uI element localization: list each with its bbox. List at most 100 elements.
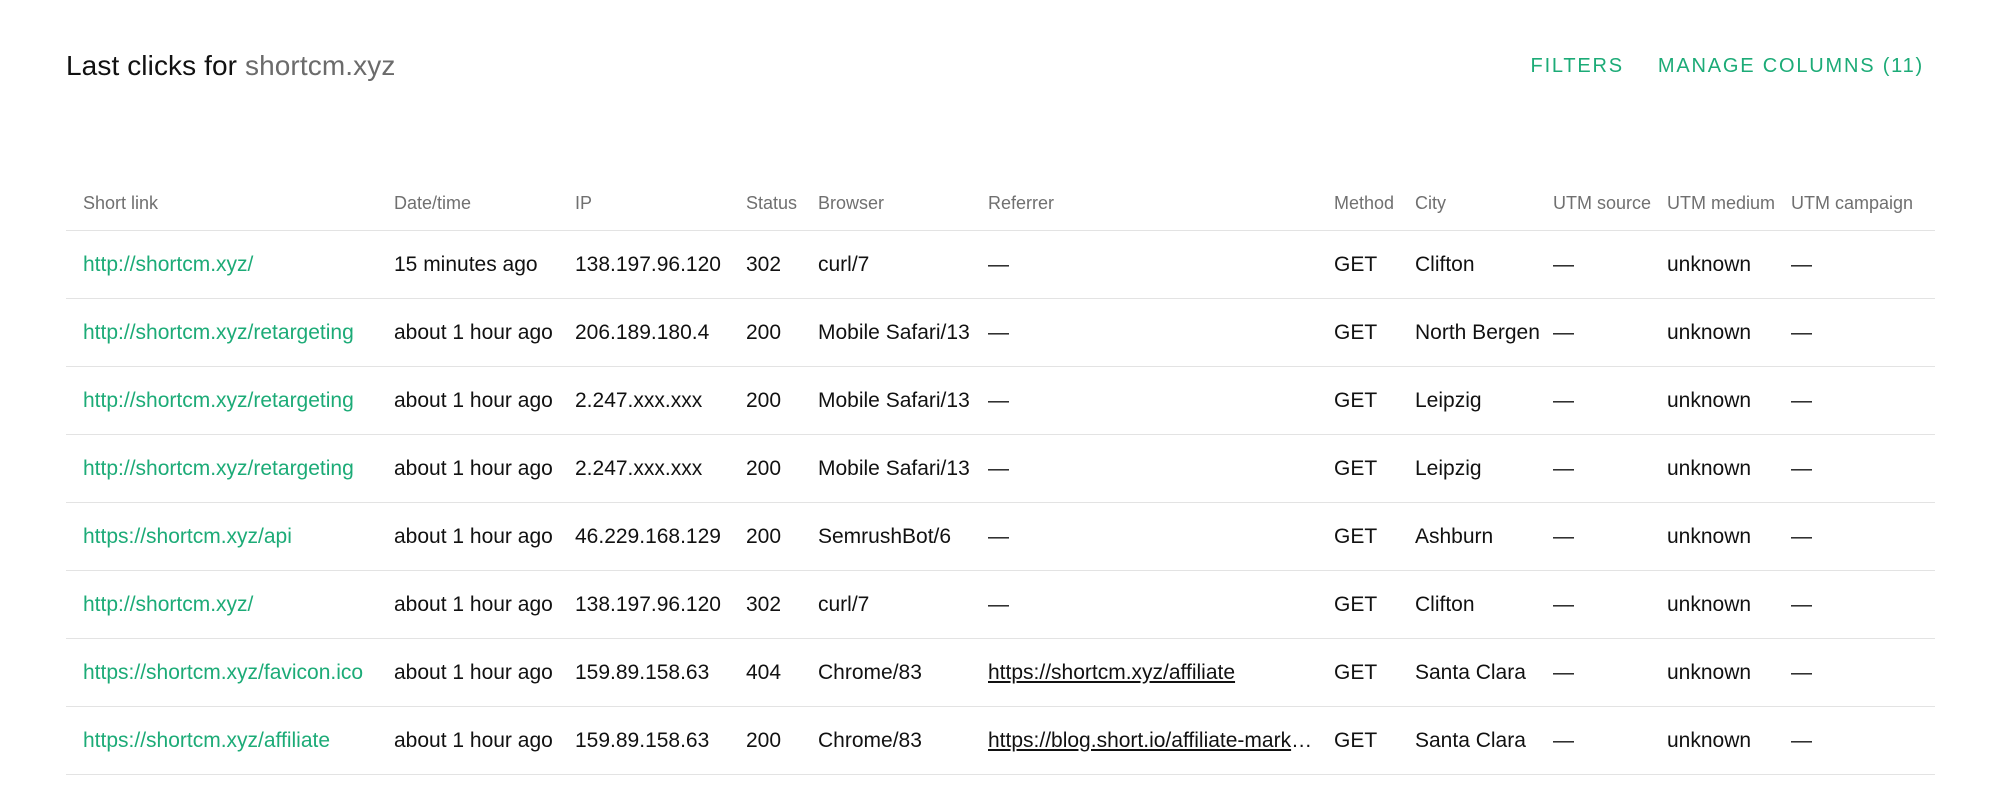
cell-ip: 159.89.158.63 — [575, 706, 746, 775]
cell-datetime: 15 minutes ago — [394, 230, 575, 299]
column-header-referrer: Referrer — [988, 176, 1334, 231]
short-link[interactable]: https://shortcm.xyz/affiliate — [83, 729, 330, 752]
cell-browser: Chrome/83 — [818, 638, 988, 707]
cell-city: Clifton — [1415, 230, 1553, 299]
cell-city: Leipzig — [1415, 366, 1553, 435]
cell-utm-campaign: — — [1791, 638, 1935, 707]
cell-method: GET — [1334, 570, 1415, 639]
column-header-utm-medium: UTM medium — [1667, 176, 1791, 231]
cell-utm-medium: unknown — [1667, 706, 1791, 775]
cell-method: GET — [1334, 706, 1415, 775]
cell-ip: 46.229.168.129 — [575, 502, 746, 571]
cell-utm-source: — — [1553, 570, 1667, 639]
cell-ip: 138.197.96.120 — [575, 570, 746, 639]
cell-datetime: about 1 hour ago — [394, 298, 575, 367]
short-link[interactable]: http://shortcm.xyz/retargeting — [83, 457, 354, 480]
cell-browser: SemrushBot/6 — [818, 502, 988, 571]
cell-ip: 2.247.xxx.xxx — [575, 434, 746, 503]
column-header-datetime: Date/time — [394, 176, 575, 231]
cell-short-link: http://shortcm.xyz/retargeting — [66, 298, 394, 367]
cell-datetime: about 1 hour ago — [394, 366, 575, 435]
column-header-browser: Browser — [818, 176, 988, 231]
cell-method: GET — [1334, 366, 1415, 435]
cell-utm-campaign: — — [1791, 230, 1935, 299]
filters-button[interactable]: FILTERS — [1531, 55, 1624, 78]
cell-browser: Mobile Safari/13 — [818, 434, 988, 503]
referrer-link[interactable]: https://shortcm.xyz/affiliate — [988, 661, 1313, 685]
column-header-ip: IP — [575, 176, 746, 231]
cell-status: 200 — [746, 706, 818, 775]
cell-utm-campaign: — — [1791, 502, 1935, 571]
cell-city: Santa Clara — [1415, 706, 1553, 775]
table-row[interactable]: https://shortcm.xyz/api about 1 hour ago 4… — [66, 502, 1935, 571]
cell-referrer: https://blog.short.io/affiliate-marke… — [988, 706, 1334, 775]
cell-utm-medium: unknown — [1667, 638, 1791, 707]
cell-referrer: — — [988, 298, 1334, 367]
cell-utm-source: — — [1553, 434, 1667, 503]
table-row[interactable]: http://shortcm.xyz/15 minutes ago 138.197… — [66, 230, 1935, 299]
cell-short-link: https://shortcm.xyz/affiliate — [66, 706, 394, 775]
cell-utm-campaign: — — [1791, 366, 1935, 435]
cell-city: Leipzig — [1415, 434, 1553, 503]
table-body: http://shortcm.xyz/15 minutes ago 138.197… — [66, 230, 1935, 775]
table-row[interactable]: https://shortcm.xyz/favicon.ico about 1 h… — [66, 638, 1935, 707]
cell-method: GET — [1334, 502, 1415, 571]
cell-utm-source: — — [1553, 638, 1667, 707]
cell-ip: 138.197.96.120 — [575, 230, 746, 299]
cell-utm-medium: unknown — [1667, 502, 1791, 571]
cell-utm-source: — — [1553, 230, 1667, 299]
short-link[interactable]: https://shortcm.xyz/api — [83, 525, 292, 548]
column-header-method: Method — [1334, 176, 1415, 231]
cell-datetime: about 1 hour ago — [394, 706, 575, 775]
referrer-link[interactable]: https://blog.short.io/affiliate-marke… — [988, 729, 1313, 753]
cell-utm-medium: unknown — [1667, 230, 1791, 299]
cell-ip: 2.247.xxx.xxx — [575, 366, 746, 435]
cell-browser: Mobile Safari/13 — [818, 298, 988, 367]
cell-short-link: https://shortcm.xyz/favicon.ico — [66, 638, 394, 707]
cell-browser: curl/7 — [818, 570, 988, 639]
cell-referrer: — — [988, 366, 1334, 435]
table-row[interactable]: http://shortcm.xyz/retargeting about 1 ho… — [66, 298, 1935, 367]
cell-utm-campaign: — — [1791, 298, 1935, 367]
column-header-city: City — [1415, 176, 1553, 231]
cell-datetime: about 1 hour ago — [394, 638, 575, 707]
short-link[interactable]: https://shortcm.xyz/favicon.ico — [83, 661, 363, 684]
cell-referrer: — — [988, 570, 1334, 639]
table-row[interactable]: https://shortcm.xyz/affiliate about 1 hou… — [66, 706, 1935, 775]
cell-city: Clifton — [1415, 570, 1553, 639]
page-title: Last clicks for shortcm.xyz — [66, 50, 395, 82]
cell-ip: 206.189.180.4 — [575, 298, 746, 367]
cell-city: Ashburn — [1415, 502, 1553, 571]
cell-utm-source: — — [1553, 502, 1667, 571]
cell-utm-source: — — [1553, 298, 1667, 367]
column-header-status: Status — [746, 176, 818, 231]
cell-city: Santa Clara — [1415, 638, 1553, 707]
cell-utm-source: — — [1553, 366, 1667, 435]
table-header-row: Short link Date/time IP Status Browser R… — [66, 176, 1935, 231]
column-header-utm-campaign: UTM campaign — [1791, 176, 1935, 231]
cell-datetime: about 1 hour ago — [394, 570, 575, 639]
table-row[interactable]: http://shortcm.xyz/retargeting about 1 ho… — [66, 434, 1935, 503]
short-link[interactable]: http://shortcm.xyz/retargeting — [83, 321, 354, 344]
table-row[interactable]: http://shortcm.xyz/about 1 hour ago 138.1… — [66, 570, 1935, 639]
cell-utm-campaign: — — [1791, 570, 1935, 639]
title-domain: shortcm.xyz — [244, 50, 396, 81]
table-row[interactable]: http://shortcm.xyz/retargeting about 1 ho… — [66, 366, 1935, 435]
short-link[interactable]: http://shortcm.xyz/ — [83, 253, 253, 276]
short-link[interactable]: http://shortcm.xyz/retargeting — [83, 389, 354, 412]
column-header-short-link: Short link — [66, 176, 394, 231]
cell-status: 200 — [746, 366, 818, 435]
cell-short-link: https://shortcm.xyz/api — [66, 502, 394, 571]
cell-short-link: http://shortcm.xyz/retargeting — [66, 366, 394, 435]
cell-short-link: http://shortcm.xyz/retargeting — [66, 434, 394, 503]
manage-columns-button[interactable]: MANAGE COLUMNS (11) — [1658, 55, 1924, 78]
cell-utm-campaign: — — [1791, 434, 1935, 503]
cell-utm-medium: unknown — [1667, 298, 1791, 367]
cell-referrer: — — [988, 434, 1334, 503]
cell-status: 404 — [746, 638, 818, 707]
cell-referrer: — — [988, 230, 1334, 299]
cell-datetime: about 1 hour ago — [394, 434, 575, 503]
cell-short-link: http://shortcm.xyz/ — [66, 570, 394, 639]
short-link[interactable]: http://shortcm.xyz/ — [83, 593, 253, 616]
clicks-table: Short link Date/time IP Status Browser R… — [66, 176, 1935, 775]
